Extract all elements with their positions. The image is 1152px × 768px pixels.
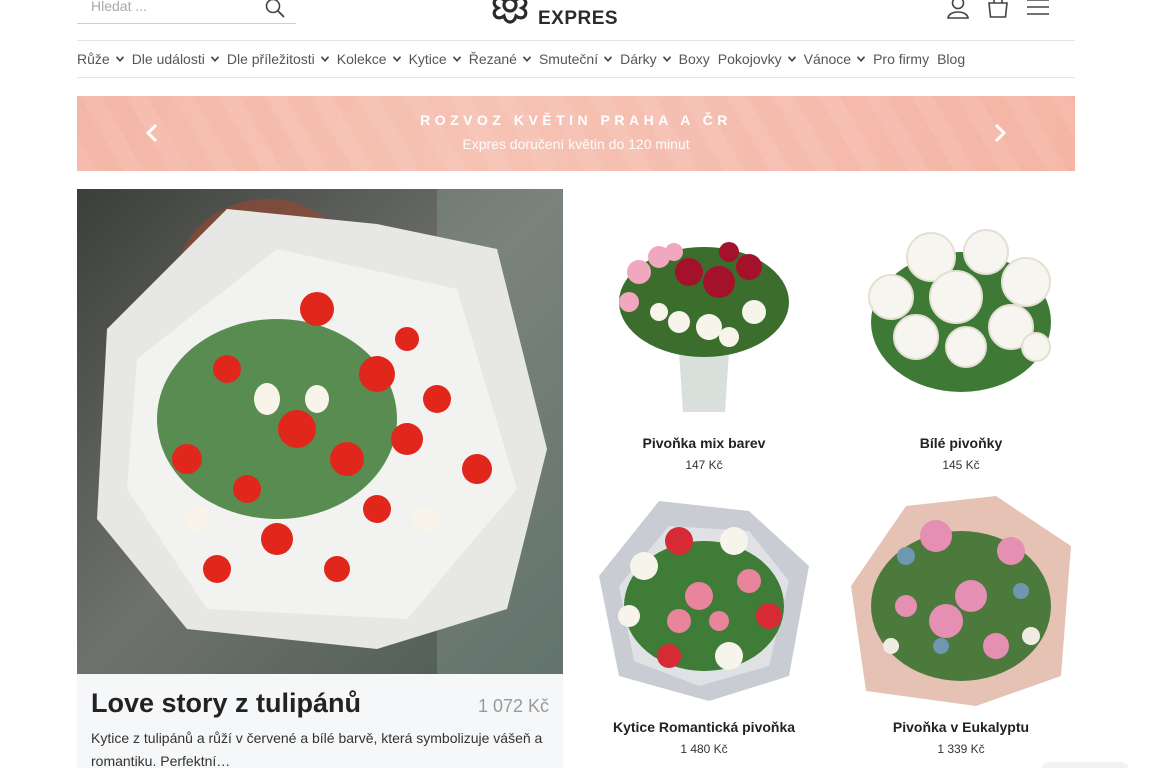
search-icon[interactable] [264, 0, 286, 19]
nav-item[interactable]: Dle příležitosti [227, 51, 329, 67]
featured-product-description: Kytice z tulipánů a růží v červené a bíl… [91, 730, 543, 768]
nav-item-label: Blog [937, 51, 966, 67]
product-name[interactable]: Bílé pivoňky [846, 435, 1076, 451]
chevron-down-icon [320, 56, 329, 62]
logo-text: EXPRES [538, 8, 619, 29]
nav-item[interactable]: Řezané [469, 51, 531, 67]
product-card[interactable]: Bílé pivoňky 145 Kč [846, 212, 1076, 472]
nav-item-label: Řezané [468, 51, 517, 67]
flower-logo-icon [492, 0, 528, 24]
product-name[interactable]: Pivoňka mix barev [589, 435, 819, 451]
banner-subtitle: Expres doručení květin do 120 minut [462, 136, 690, 152]
banner-title: ROZVOZ KVĚTIN PRAHA A ČR [420, 112, 732, 128]
site-header: EXPRES [0, 0, 1152, 40]
product-image[interactable] [846, 212, 1076, 422]
nav-item-label: Pokojovky [717, 51, 782, 67]
nav-item[interactable]: Blog [937, 51, 965, 67]
product-price: 1 480 Kč [680, 742, 728, 756]
featured-product-title[interactable]: Love story z tulipánů [91, 688, 361, 719]
search-box [77, 0, 296, 24]
product-card[interactable]: Pivoňka v Eukalyptu 1 339 Kč [846, 496, 1076, 756]
nav-item[interactable]: Boxy [679, 51, 710, 67]
nav-item-label: Kytice [408, 51, 447, 67]
product-name[interactable]: Pivoňka v Eukalyptu [846, 719, 1076, 735]
chevron-down-icon [662, 56, 671, 62]
nav-divider [77, 77, 1075, 78]
nav-item-label: Vánoce [803, 51, 852, 67]
nav-item-label: Dle události [131, 51, 205, 67]
product-name[interactable]: Kytice Romantická pivoňka [589, 719, 819, 735]
cart-icon[interactable] [985, 0, 1011, 20]
chat-widget[interactable] [1040, 762, 1130, 768]
promo-banner[interactable]: ROZVOZ KVĚTIN PRAHA A ČR Expres doručení… [77, 96, 1075, 171]
nav-item[interactable]: Dárky [620, 51, 671, 67]
featured-product-info: Love story z tulipánů 1 072 Kč Kytice z … [77, 674, 563, 768]
featured-product-image[interactable] [77, 189, 563, 674]
featured-product-price: 1 072 Kč [477, 696, 549, 716]
nav-item-label: Růže [77, 51, 110, 67]
user-icon[interactable] [945, 0, 971, 20]
product-price: 1 339 Kč [937, 742, 985, 756]
nav-item[interactable]: Dle události [132, 51, 219, 67]
nav-item[interactable]: Smuteční [538, 51, 613, 67]
nav-item-label: Pro firmy [873, 51, 930, 67]
product-price: 145 Kč [942, 458, 980, 472]
site-logo[interactable]: EXPRES [486, 0, 626, 29]
chevron-down-icon [115, 56, 124, 62]
nav-item-label: Boxy [678, 51, 710, 67]
product-image[interactable] [846, 496, 1076, 706]
menu-icon[interactable] [1025, 0, 1051, 20]
nav-item-label: Dárky [620, 51, 657, 67]
main-nav: Růže Dle události Dle příležitosti Kolekce K… [77, 41, 973, 77]
nav-item[interactable]: Kolekce [337, 51, 401, 67]
chevron-down-icon [857, 56, 866, 62]
nav-item[interactable]: Pokojovky [718, 51, 796, 67]
nav-item[interactable]: Kytice [409, 51, 461, 67]
product-image[interactable] [589, 496, 819, 706]
chevron-down-icon [392, 56, 401, 62]
chevron-down-icon [604, 56, 613, 62]
chevron-down-icon [787, 56, 796, 62]
product-card[interactable]: Kytice Romantická pivoňka 1 480 Kč [589, 496, 819, 756]
product-price: 147 Kč [685, 458, 723, 472]
chevron-down-icon [522, 56, 531, 62]
product-card[interactable]: Pivoňka mix barev 147 Kč [589, 212, 819, 472]
nav-item[interactable]: Růže [77, 51, 124, 67]
nav-item[interactable]: Vánoce [803, 51, 866, 67]
featured-product[interactable]: Love story z tulipánů 1 072 Kč Kytice z … [77, 189, 563, 768]
nav-item[interactable]: Pro firmy [873, 51, 929, 67]
nav-item-label: Dle příležitosti [226, 51, 315, 67]
nav-item-label: Kolekce [336, 51, 387, 67]
product-image[interactable] [589, 212, 819, 422]
chevron-down-icon [452, 56, 461, 62]
nav-item-label: Smuteční [538, 51, 599, 67]
chevron-down-icon [210, 56, 219, 62]
search-input[interactable] [77, 0, 257, 20]
banner-next-icon[interactable] [991, 122, 1009, 144]
